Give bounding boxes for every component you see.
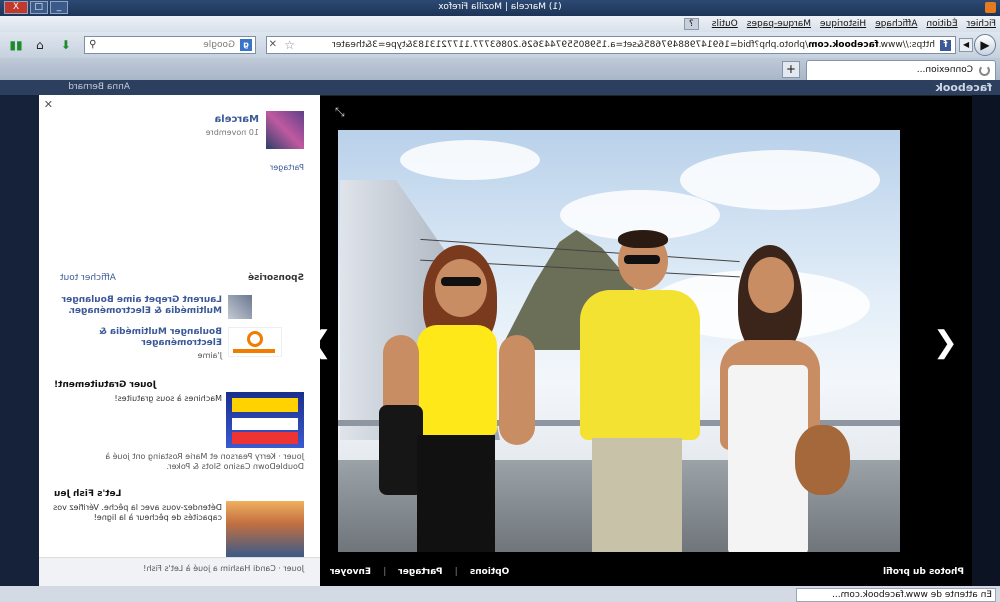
post-date[interactable]: 10 novembre [206,128,259,137]
background-user-name: Anna Bernard [68,82,130,92]
profile-photo [338,130,900,552]
status-bar: En attente de www.facebook.com... [0,586,1000,602]
facebook-favicon: f [940,40,951,51]
leather-bag [795,425,850,495]
menu-bookmarks[interactable]: Marque-pages [747,19,811,29]
stop-icon[interactable]: ✕ [269,39,277,50]
loading-spinner-icon [979,65,990,76]
fishing-ad-image [226,501,304,557]
url-path: /photo.php?fbid=169147988497685&set=a.15… [332,40,809,50]
maximize-button[interactable]: □ [30,1,48,14]
menu-file[interactable]: Fichier [967,19,996,29]
right-sidebar-strip [0,95,39,587]
man-yellow-shirt [560,230,720,552]
mirrored-screen: (1) Marcela | Mozilla Firefox _ □ X Fich… [0,0,1000,602]
ad-title: Let's Fish Jeu [54,489,122,499]
sponsored-heading: Sponsorisé [247,273,304,283]
sponsored-section: Sponsorisé Afficher tout [54,273,304,287]
ad-social-context: Jouer · Candi Hashim a joué à Let's Fish… [143,564,304,573]
previous-photo-icon[interactable]: ❮ [933,325,958,360]
download-arrow-icon[interactable]: ⬇ [58,37,74,53]
window-titlebar: (1) Marcela | Mozilla Firefox _ □ X [0,0,1000,16]
forward-arrow-icon: ▶ [962,40,970,49]
owner-name[interactable]: Marcela [214,114,259,125]
stats-addon-icon[interactable]: ▮▮ [8,37,24,53]
window-controls: _ □ X [4,1,68,14]
url-prefix: https://www. [878,40,935,50]
photo-side-panel: ✕ Marcela 10 novembre Partager Sponsoris… [39,95,320,587]
close-icon[interactable]: ✕ [44,98,53,111]
ad-title: Boulanger Multimédia & Electroménager [98,327,222,348]
viewer-footer: Photos du profil Options | Partager | En… [320,559,972,587]
user-avatar [228,295,252,319]
woman-yellow-top [375,245,545,552]
menu-tools[interactable]: Outils [712,19,738,29]
avatar[interactable] [266,111,304,149]
ad-text: Détendez-vous avec la pêche. Vérifiez vo… [53,503,222,522]
ad-like-link[interactable]: J'aime [47,351,222,361]
viewer-actions: Options | Partager | Envoyer [330,567,510,577]
ad-title: Laurent Grepet aime Boulanger Multimédia… [61,295,222,316]
ad-casino[interactable]: Jouer Gratuitement! Machines à sous grat… [54,378,304,471]
tab-connexion[interactable]: Connexion... [806,60,996,80]
url-bar[interactable]: f https://www.facebook.com/photo.php?fbi… [266,36,956,54]
back-arrow-icon: ◀ [980,38,990,52]
window-title: (1) Marcela | Mozilla Firefox [438,2,562,12]
forward-button[interactable]: ▶ [959,38,973,52]
status-text: En attente de www.facebook.com... [796,588,996,602]
menu-edit[interactable]: Édition [926,19,957,29]
ad-social-context: Jouer · Kerry Pearson et Marie Rostaing … [105,452,304,471]
ad-title: Jouer Gratuitement! [54,380,157,390]
ad-lets-fish[interactable]: Let's Fish Jeu Détendez-vous avec la pêc… [53,487,304,567]
options-link[interactable]: Options [470,567,509,577]
search-input[interactable]: g Google ⚲ [84,36,256,54]
url-text[interactable]: https://www.facebook.com/photo.php?fbid=… [332,40,935,50]
menu-history[interactable]: Historique [820,19,866,29]
photo-owner: Marcela 10 novembre [54,111,304,151]
ad-text: Machines à sous gratuites! [114,394,222,403]
left-gutter [972,95,1000,587]
see-all-link[interactable]: Afficher tout [60,273,116,283]
bookmark-star-icon[interactable]: ☆ [284,38,295,52]
photo-viewer: ⤢ ❮ ❯ [307,95,972,587]
album-link[interactable]: Photos du profil [883,567,964,577]
send-link[interactable]: Envoyer [330,567,371,577]
tab-bar: Connexion... + [0,58,1000,80]
minimize-button[interactable]: _ [50,1,68,14]
facebook-logo: facebook [935,81,993,94]
menu-view[interactable]: Affichage [875,19,917,29]
facebook-header: facebook Anna Bernard [0,80,1000,96]
ad-boulanger[interactable]: Boulanger Multimédia & Electroménager J'… [54,325,304,365]
casino-ad-image [226,392,304,448]
menu-help[interactable]: ? [684,18,699,30]
url-domain: facebook.com [808,40,879,50]
boulanger-logo [228,327,282,357]
woman-white-dress [710,245,860,552]
new-tab-button[interactable]: + [782,61,800,78]
menubar: Fichier Édition Affichage Historique Mar… [0,16,1000,32]
home-icon[interactable]: ⌂ [32,37,48,53]
search-icon[interactable]: ⚲ [89,39,96,50]
close-window-button[interactable]: X [4,1,28,14]
share-link-panel[interactable]: Partager [270,163,304,172]
share-link[interactable]: Partager [398,567,442,577]
side-panel-footer: Jouer · Candi Hashim a joué à Let's Fish… [39,557,320,587]
ad-laurent[interactable]: Laurent Grepet aime Boulanger Multimédia… [54,293,304,321]
google-icon[interactable]: g [240,39,252,51]
back-button[interactable]: ◀ [974,34,996,56]
fullscreen-icon[interactable]: ⤢ [335,105,345,120]
tab-label: Connexion... [916,65,973,75]
search-placeholder: Google [203,40,235,50]
navigation-toolbar: ◀ ▶ f https://www.facebook.com/photo.php… [0,32,1000,58]
